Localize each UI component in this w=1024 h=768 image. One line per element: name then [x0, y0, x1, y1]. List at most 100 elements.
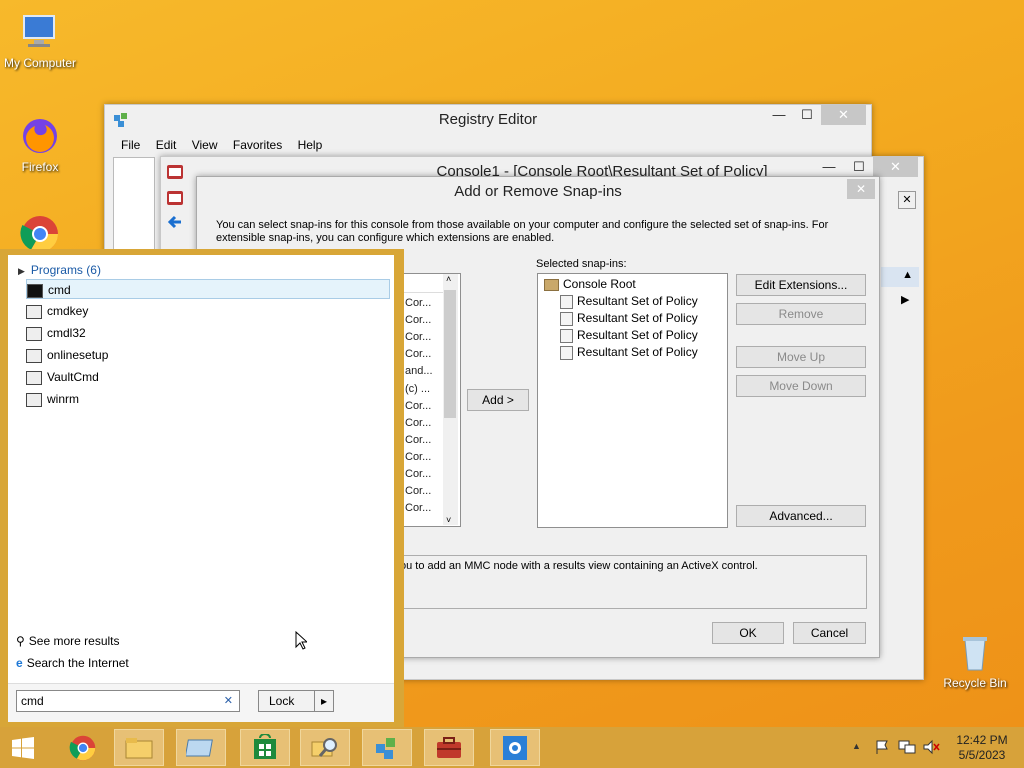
search-result-onlinesetup[interactable]: onlinesetup [26, 345, 390, 365]
computer-icon [18, 10, 62, 54]
taskbar-app-window[interactable] [176, 729, 226, 766]
see-more-results-link[interactable]: ⚲ See more results [16, 634, 120, 648]
maximize-button[interactable]: ☐ [793, 105, 821, 125]
desktop-icon-recycle-bin[interactable]: Recycle Bin [935, 630, 1015, 690]
tree-node-rsop[interactable]: Resultant Set of Policy [560, 344, 698, 361]
minimize-button[interactable]: — [765, 105, 793, 125]
start-search-panel[interactable]: ▶ Programs (6) cmd cmdkey cmdl32 onlinese… [0, 249, 404, 727]
taskbar-search-app[interactable] [300, 729, 350, 766]
scroll-thumb[interactable] [444, 290, 456, 418]
tree-node-rsop[interactable]: Resultant Set of Policy [560, 293, 698, 310]
menu-file[interactable]: File [121, 138, 140, 152]
edit-extensions-button[interactable]: Edit Extensions... [736, 274, 866, 296]
desktop-icon-my-computer[interactable]: My Computer [0, 10, 80, 70]
scroll-down-icon[interactable]: ˅ [446, 515, 451, 525]
move-up-button[interactable]: Move Up [736, 346, 866, 368]
volume-muted-icon[interactable] [922, 739, 940, 758]
available-snapin-row[interactable]: Cor... [405, 297, 431, 309]
taskbar-store[interactable] [240, 729, 290, 766]
application-icon [26, 304, 42, 319]
search-result-cmdkey[interactable]: cmdkey [26, 301, 390, 321]
minimize-button[interactable]: — [815, 157, 843, 177]
action-center-flag-icon[interactable] [874, 739, 890, 758]
application-icon [26, 348, 42, 363]
menu-help[interactable]: Help [298, 138, 323, 152]
search-results-pane[interactable]: ▶ Programs (6) cmd cmdkey cmdl32 onlinese… [8, 255, 394, 722]
desktop-icon-label: Firefox [21, 160, 59, 174]
available-snapin-row[interactable]: (c) ... [405, 383, 430, 395]
available-snapin-row[interactable]: Cor... [405, 348, 431, 360]
clock-time: 12:42 PM [956, 733, 1008, 747]
back-arrow-icon[interactable] [167, 215, 183, 232]
expand-right-icon[interactable]: ▶ [901, 293, 909, 306]
maximize-button[interactable]: ☐ [845, 157, 873, 177]
application-icon [26, 392, 42, 407]
description-text: ou to add an MMC node with a results vie… [400, 560, 758, 572]
search-result-cmdl32[interactable]: cmdl32 [26, 323, 390, 343]
available-snapin-row[interactable]: Cor... [405, 417, 431, 429]
taskbar-file-explorer[interactable] [114, 729, 164, 766]
taskbar-settings-app[interactable] [490, 729, 540, 766]
menu-favorites[interactable]: Favorites [233, 138, 282, 152]
close-button[interactable]: ✕ [847, 179, 875, 199]
programs-group-header[interactable]: ▶ Programs (6) [18, 263, 101, 277]
advanced-button[interactable]: Advanced... [736, 505, 866, 527]
scroll-up-icon[interactable]: ˄ [446, 274, 451, 284]
search-input[interactable]: cmd ✕ [16, 690, 240, 712]
tree-node-rsop[interactable]: Resultant Set of Policy [560, 327, 698, 344]
taskbar-registry-editor[interactable] [362, 729, 412, 766]
available-snapin-row[interactable]: Cor... [405, 400, 431, 412]
search-internet-link[interactable]: e Search the Internet [16, 656, 129, 670]
selected-snapins-tree[interactable]: Console Root Resultant Set of Policy Res… [537, 273, 728, 528]
expand-arrow-icon: ▶ [18, 266, 25, 276]
available-snapin-row[interactable]: and... [405, 365, 433, 377]
console-toolbar-icon [167, 191, 183, 208]
remove-button[interactable]: Remove [736, 303, 866, 325]
dialog-title: Add or Remove Snap-ins [454, 183, 622, 200]
window-title: Registry Editor [438, 111, 538, 128]
chrome-icon [69, 735, 96, 760]
recycle-bin-icon [953, 630, 997, 674]
folder-icon [544, 278, 559, 291]
tree-node-console-root[interactable]: Console Root [544, 276, 636, 293]
close-button[interactable]: ✕ [821, 105, 866, 125]
lock-options-arrow-icon[interactable]: ▸ [314, 691, 333, 711]
start-button[interactable] [0, 729, 46, 766]
available-snapin-row[interactable]: Cor... [405, 485, 431, 497]
cancel-button[interactable]: Cancel [793, 622, 866, 644]
available-snapin-row[interactable]: Cor... [405, 314, 431, 326]
tree-node-rsop[interactable]: Resultant Set of Policy [560, 310, 698, 327]
taskbar-mmc-console[interactable] [424, 729, 474, 766]
search-result-cmd[interactable]: cmd [26, 279, 390, 299]
available-snapin-row[interactable]: Cor... [405, 468, 431, 480]
taskbar-chrome[interactable] [58, 729, 108, 766]
move-down-button[interactable]: Move Down [736, 375, 866, 397]
available-snapin-row[interactable]: Cor... [405, 434, 431, 446]
add-button[interactable]: Add > [467, 389, 529, 411]
close-button[interactable]: ✕ [873, 157, 918, 177]
snapin-icon [560, 328, 573, 343]
menu-edit[interactable]: Edit [156, 138, 177, 152]
search-result-winrm[interactable]: winrm [26, 389, 390, 409]
available-snapin-row[interactable]: Cor... [405, 331, 431, 343]
menu-view[interactable]: View [192, 138, 218, 152]
lock-button[interactable]: Lock ▸ [258, 690, 334, 712]
available-snapin-row[interactable]: Cor... [405, 502, 431, 514]
available-snapin-row[interactable]: Cor... [405, 451, 431, 463]
toolbox-icon [437, 736, 461, 758]
clock[interactable]: 12:42 PM 5/5/2023 [950, 733, 1014, 763]
cmd-icon [27, 283, 43, 298]
registry-editor-titlebar[interactable]: Registry Editor [105, 105, 871, 135]
inner-close-button[interactable]: ✕ [898, 191, 916, 209]
description-box: ou to add an MMC node with a results vie… [397, 555, 867, 609]
desktop-icon-firefox[interactable]: Firefox [0, 114, 80, 174]
search-result-vaultcmd[interactable]: VaultCmd [26, 367, 390, 387]
ok-button[interactable]: OK [712, 622, 784, 644]
available-list-scrollbar[interactable]: ˄ ˅ [443, 274, 458, 525]
collapse-up-icon[interactable]: ▲ [902, 269, 913, 281]
clear-search-icon[interactable]: ✕ [224, 694, 233, 707]
actions-pane-header[interactable]: ▲ [881, 267, 919, 287]
tray-overflow-icon[interactable]: ▲ [852, 741, 861, 751]
snapins-titlebar[interactable]: Add or Remove Snap-ins [197, 177, 879, 207]
network-icon[interactable] [898, 739, 916, 758]
